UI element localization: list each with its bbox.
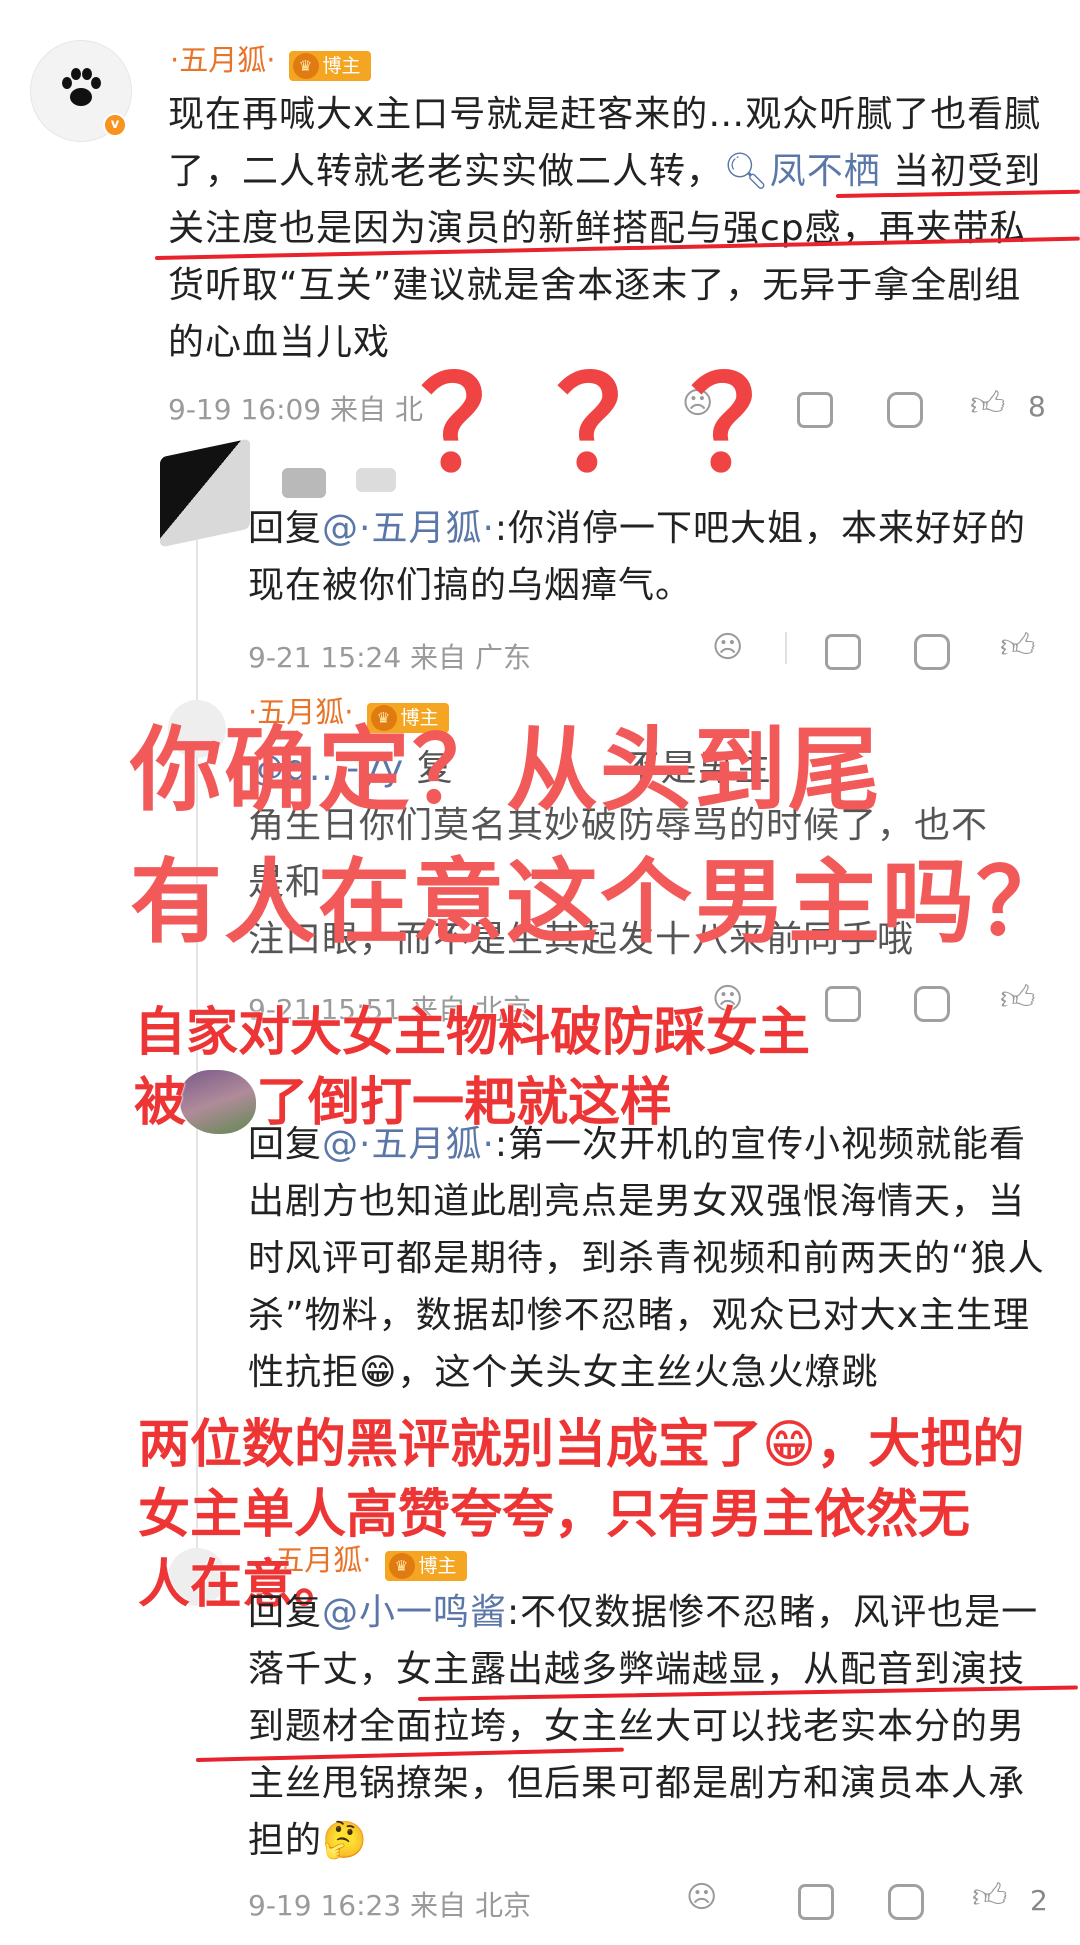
crown-icon: ♛ <box>292 52 319 79</box>
main-author-row: ·五月狐· ♛ 博主 <box>170 40 371 81</box>
redacted-name <box>356 468 396 492</box>
share-icon[interactable] <box>825 986 861 1022</box>
mention-link[interactable]: @·五月狐· <box>322 1124 495 1165</box>
reply-meta: 9-19 16:23 来自 北京 <box>248 1889 531 1922</box>
verified-icon: v <box>103 113 127 137</box>
reply-meta: 9-21 15:24 来自 广东 <box>248 641 531 674</box>
reply-text: 回复@小一鸣酱:不仅数据惨不忍睹，风评也是一落千丈，女主露出越多弊端越显，从配音… <box>248 1592 1039 1861</box>
like-icon[interactable]: 👍︎ <box>1000 978 1036 1019</box>
question-mark: ？ <box>556 349 687 501</box>
divider <box>785 632 787 664</box>
main-comment-meta: 9-19 16:09 来自 北 <box>168 393 423 426</box>
blogger-badge: ♛ 博主 <box>288 50 371 81</box>
mention-link[interactable]: @·五月狐· <box>322 508 495 549</box>
comment-icon[interactable] <box>887 392 923 428</box>
avatar[interactable] <box>160 438 250 548</box>
like-count: 8 <box>1028 390 1046 423</box>
dislike-icon[interactable]: ☹ <box>712 630 743 665</box>
comment-icon[interactable] <box>914 986 950 1022</box>
paw-icon <box>62 68 101 106</box>
question-mark: ？ <box>420 349 551 501</box>
comment-icon[interactable] <box>888 1884 924 1920</box>
dislike-icon[interactable]: ☹ <box>686 1880 717 1915</box>
redacted-name <box>282 468 326 498</box>
like-icon[interactable]: 👍︎ <box>972 1876 1008 1917</box>
share-icon[interactable] <box>798 1884 834 1920</box>
like-icon[interactable]: 👍︎ <box>970 384 1006 425</box>
overlay-caption: 两位数的黑评就别当成宝了😁，大把的 <box>138 1415 1025 1475</box>
share-icon[interactable] <box>825 634 861 670</box>
author-name[interactable]: ·五月狐· <box>170 43 275 77</box>
overlay-caption: 女主单人高赞夸夸，只有男主依然无 <box>138 1485 971 1545</box>
author-avatar[interactable]: v <box>30 40 132 142</box>
topic-link[interactable]: 🔍︎凤不栖 <box>723 151 881 192</box>
mention-link[interactable]: @小一鸣酱 <box>322 1592 507 1633</box>
blogger-badge: ♛ 博主 <box>384 1550 467 1581</box>
overlay-caption: 自家对大女主物料破防踩女主 <box>134 1003 811 1063</box>
crown-icon: ♛ <box>388 1552 415 1579</box>
search-icon: 🔍︎ <box>723 151 770 192</box>
question-mark: ？ <box>690 349 821 501</box>
like-icon[interactable]: 👍︎ <box>1000 626 1036 667</box>
comment-icon[interactable] <box>914 634 950 670</box>
main-comment-text: 现在再喊大x主口号就是赶客来的…观众听腻了也看腻了，二人转就老老实实做二人转，🔍… <box>168 94 1042 363</box>
reply-text: 回复@·五月狐·:你消停一下吧大姐，本来好好的现在被你们搞的乌烟瘴气。 <box>248 508 1027 606</box>
reply-text: 回复@·五月狐·:第一次开机的宣传小视频就能看出剧方也知道此剧亮点是男女双强恨海… <box>248 1124 1045 1393</box>
overlay-caption: 你确定？从头到尾 <box>130 717 883 824</box>
like-count: 2 <box>1030 1884 1048 1917</box>
overlay-caption: 有人在意这个男主吗？ <box>130 849 1071 956</box>
